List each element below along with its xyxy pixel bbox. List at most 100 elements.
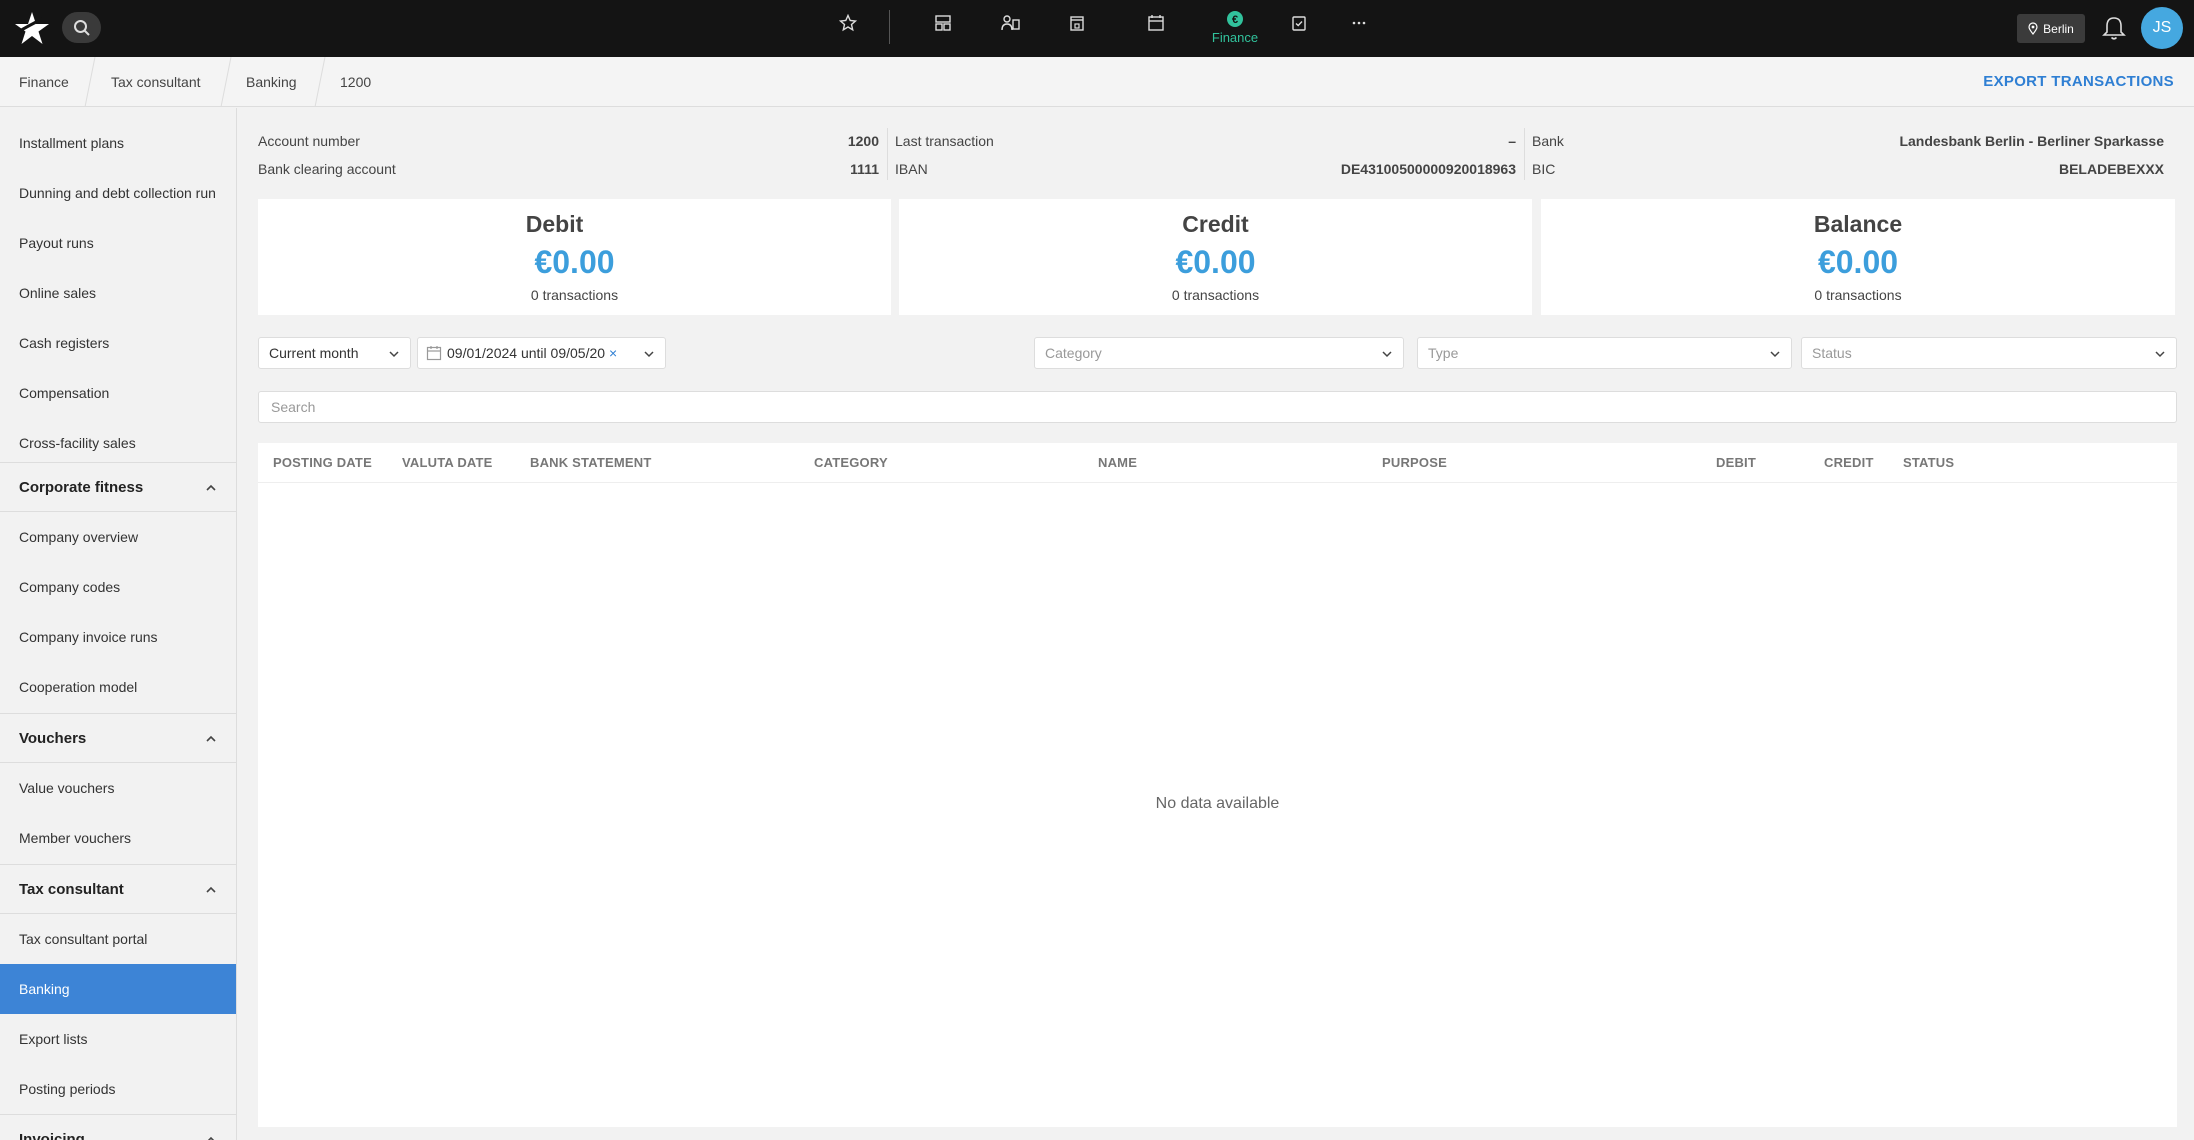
column-header-posting-date[interactable]: POSTING DATE: [273, 455, 372, 470]
card-amount: €0.00: [534, 244, 615, 280]
sidebar-item-tax-consultant-portal[interactable]: Tax consultant portal: [0, 914, 236, 964]
search-icon: [73, 19, 90, 36]
table-header-divider: [258, 482, 2177, 483]
column-header-credit[interactable]: CREDIT: [1824, 455, 1874, 470]
bank-value: Landesbank Berlin - Berliner Sparkasse: [1899, 133, 2164, 149]
user-avatar[interactable]: JS: [2141, 7, 2183, 49]
column-header-bank-statement[interactable]: BANK STATEMENT: [530, 455, 651, 470]
bookings-icon[interactable]: [1062, 8, 1092, 38]
chevron-up-icon: [206, 484, 216, 491]
info-divider: [887, 128, 888, 180]
sidebar-item-banking[interactable]: Banking: [0, 964, 236, 1014]
iban-value: DE43100500000920018963: [1340, 161, 1516, 177]
breadcrumb: Finance Tax consultant Banking 1200 EXPO…: [0, 57, 2194, 107]
sidebar-item-compensation[interactable]: Compensation: [0, 368, 236, 418]
sidebar-group-vouchers[interactable]: Vouchers: [0, 713, 236, 763]
column-header-debit[interactable]: DEBIT: [1716, 455, 1756, 470]
sidebar-item-value-vouchers[interactable]: Value vouchers: [0, 763, 236, 813]
breadcrumb-item-finance[interactable]: Finance: [19, 57, 69, 107]
nav-label-finance[interactable]: Finance: [1200, 30, 1270, 45]
sidebar-item-cash-registers[interactable]: Cash registers: [0, 318, 236, 368]
sidebar-item-cooperation-model[interactable]: Cooperation model: [0, 662, 236, 712]
sidebar-item-online-sales[interactable]: Online sales: [0, 268, 236, 318]
bic-value: BELADEBEXXX: [2058, 161, 2164, 177]
bic-label: BIC: [1532, 161, 1556, 177]
card-title: Balance: [1813, 211, 1903, 237]
clearing-account-label: Bank clearing account: [258, 161, 396, 177]
location-label: Berlin: [2043, 21, 2074, 36]
clear-date-icon[interactable]: ×: [609, 345, 617, 361]
sidebar-item-cross-facility-sales[interactable]: Cross-facility sales: [0, 418, 236, 468]
period-select[interactable]: Current month: [258, 337, 411, 369]
period-select-value: Current month: [269, 345, 359, 361]
sidebar-item-payout-runs[interactable]: Payout runs: [0, 218, 236, 268]
sidebar-item-company-codes[interactable]: Company codes: [0, 562, 236, 612]
column-header-status[interactable]: STATUS: [1903, 455, 1954, 470]
type-placeholder: Type: [1428, 345, 1459, 361]
sidebar-item-company-overview[interactable]: Company overview: [0, 512, 236, 562]
type-select[interactable]: Type: [1417, 337, 1792, 369]
sidebar-item-company-invoice-runs[interactable]: Company invoice runs: [0, 612, 236, 662]
sidebar-item-member-vouchers[interactable]: Member vouchers: [0, 813, 236, 863]
bank-label: Bank: [1532, 133, 1564, 149]
date-range-picker[interactable]: 09/01/2024 until 09/05/20 ×: [417, 337, 666, 369]
chevron-up-icon: [207, 1136, 215, 1140]
location-selector[interactable]: Berlin: [2017, 14, 2085, 43]
tasks-icon[interactable]: [1284, 8, 1314, 38]
sidebar-group-invoicing[interactable]: Invoicing: [0, 1114, 236, 1140]
sidebar-group-label: Corporate fitness: [19, 478, 144, 496]
sidebar-item-installment-plans[interactable]: Installment plans: [0, 118, 236, 168]
card-title: Debit: [525, 211, 584, 237]
card-transaction-count: 0 transactions: [1171, 287, 1260, 303]
card-transaction-count: 0 transactions: [530, 287, 619, 303]
star-icon[interactable]: [833, 8, 863, 38]
bell-icon[interactable]: [2101, 14, 2127, 42]
card-title: Credit: [1182, 211, 1249, 237]
chevron-down-icon: [644, 351, 654, 358]
card-amount: €0.00: [1175, 244, 1256, 280]
chevron-down-icon: [2155, 351, 2165, 358]
members-icon[interactable]: [996, 8, 1026, 38]
sidebar-item-export-lists[interactable]: Export lists: [0, 1014, 236, 1064]
iban-label: IBAN: [895, 161, 928, 177]
breadcrumb-separator: [220, 57, 232, 107]
column-header-valuta-date[interactable]: VALUTA DATE: [402, 455, 493, 470]
empty-state-text: No data available: [1155, 795, 1280, 812]
sidebar: Installment plans Dunning and debt colle…: [0, 108, 237, 1140]
export-transactions-button[interactable]: EXPORT TRANSACTIONS: [1983, 57, 2174, 107]
app-logo-icon[interactable]: [14, 10, 50, 46]
column-header-purpose[interactable]: PURPOSE: [1382, 455, 1447, 470]
chevron-up-icon: [206, 735, 216, 742]
card-amount: €0.00: [1817, 244, 1899, 280]
status-placeholder: Status: [1812, 345, 1852, 361]
column-header-category[interactable]: CATEGORY: [814, 455, 888, 470]
location-pin-icon: [2028, 22, 2038, 35]
more-icon[interactable]: [1344, 8, 1374, 38]
category-select[interactable]: Category: [1034, 337, 1404, 369]
breadcrumb-item-banking[interactable]: Banking: [246, 57, 297, 107]
sidebar-group-corporate-fitness[interactable]: Corporate fitness: [0, 462, 236, 512]
global-search-button[interactable]: [62, 12, 101, 43]
breadcrumb-item-tax-consultant[interactable]: Tax consultant: [111, 57, 201, 107]
account-number-label: Account number: [258, 133, 360, 149]
search-input[interactable]: Search: [258, 391, 2177, 423]
sidebar-group-label: Invoicing: [19, 1130, 85, 1140]
breadcrumb-item-account: 1200: [340, 74, 372, 90]
sidebar-group-tax-consultant[interactable]: Tax consultant: [0, 864, 236, 914]
svg-text:€: €: [1232, 14, 1238, 26]
calendar-icon: [426, 346, 442, 361]
last-transaction-value: –: [1508, 133, 1516, 149]
sidebar-item-dunning[interactable]: Dunning and debt collection run: [0, 168, 236, 218]
sidebar-item-posting-periods[interactable]: Posting periods: [0, 1064, 236, 1114]
calendar-icon[interactable]: [1141, 8, 1171, 38]
dashboard-icon[interactable]: [928, 8, 958, 38]
sidebar-group-label: Vouchers: [19, 729, 87, 747]
chevron-down-icon: [1770, 351, 1780, 358]
date-range-value: 09/01/2024 until 09/05/20: [447, 345, 606, 361]
debit-summary-card: Debit €0.00 0 transactions: [258, 199, 891, 315]
nav-divider: [889, 10, 890, 44]
column-header-name[interactable]: NAME: [1098, 455, 1137, 470]
info-divider: [1524, 128, 1525, 180]
last-transaction-label: Last transaction: [895, 133, 994, 149]
status-select[interactable]: Status: [1801, 337, 2177, 369]
